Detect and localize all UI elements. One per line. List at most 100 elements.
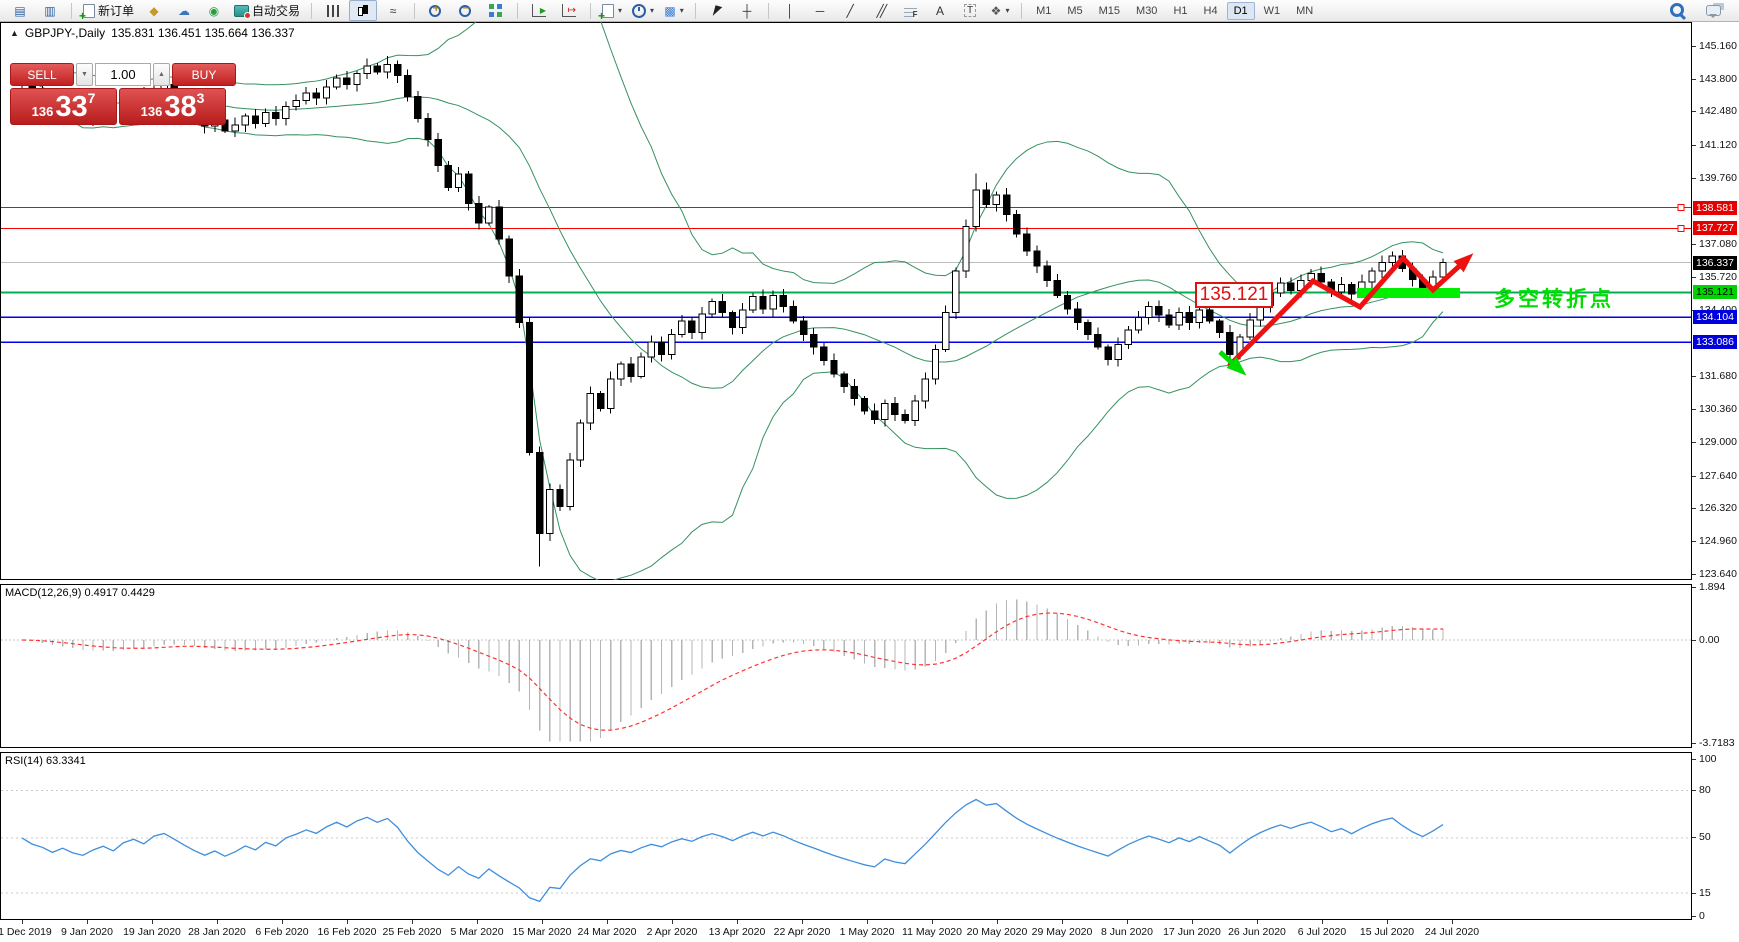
toolbox-icon-icon: ◆ bbox=[149, 5, 158, 17]
date-tick bbox=[477, 920, 478, 924]
autotrading-icon bbox=[234, 5, 249, 17]
axis-tick bbox=[1692, 640, 1696, 641]
toolbox-icon[interactable]: ◆ bbox=[140, 0, 168, 21]
axis-tick-label: 1.894 bbox=[1699, 581, 1725, 593]
toolbar-separator bbox=[71, 3, 72, 19]
data-window-icon[interactable]: ▥ bbox=[36, 0, 64, 21]
axis-tick bbox=[1692, 111, 1696, 112]
cursor-button[interactable] bbox=[703, 0, 731, 21]
timeframe-w1-button[interactable]: W1 bbox=[1257, 2, 1288, 20]
axis-tick-label: 124.960 bbox=[1699, 535, 1737, 547]
volume-decrease-button[interactable]: ▼ bbox=[76, 63, 93, 86]
support-price-label[interactable]: 135.121 bbox=[1195, 282, 1273, 308]
price-line-badge: 133.086 bbox=[1693, 335, 1737, 349]
date-label: 25 Feb 2020 bbox=[383, 926, 442, 938]
fibonacci-button[interactable] bbox=[896, 0, 924, 21]
axis-tick bbox=[1692, 759, 1696, 760]
price-line-badge: 136.337 bbox=[1693, 256, 1737, 270]
community-icon-icon: ☁ bbox=[178, 5, 190, 17]
date-label: 19 Jan 2020 bbox=[123, 926, 181, 938]
timeframe-mn-button[interactable]: MN bbox=[1289, 2, 1320, 20]
tile-windows-button[interactable] bbox=[482, 0, 510, 21]
text-button[interactable]: A bbox=[926, 0, 954, 21]
trendline-button[interactable]: ╱ bbox=[836, 0, 864, 21]
templates-button[interactable]: ▩▾ bbox=[660, 0, 688, 21]
collapse-one-click-icon[interactable]: ▲ bbox=[10, 28, 19, 38]
autotrading-button[interactable]: 自动交易 bbox=[230, 0, 304, 21]
axis-tick bbox=[1692, 743, 1696, 744]
bar-chart-icon bbox=[327, 5, 339, 17]
main-price-chart[interactable] bbox=[0, 22, 1692, 580]
volume-increase-button[interactable]: ▲ bbox=[153, 63, 170, 86]
macd-indicator-label: MACD(12,26,9) 0.4917 0.4429 bbox=[5, 587, 155, 599]
date-label: 6 Jul 2020 bbox=[1298, 926, 1346, 938]
arrows-icon: ❖ bbox=[991, 5, 1002, 17]
timeframe-m15-button[interactable]: M15 bbox=[1092, 2, 1127, 20]
date-tick bbox=[152, 920, 153, 924]
crosshair-button[interactable]: ┼ bbox=[733, 0, 761, 21]
buy-button[interactable]: BUY bbox=[172, 63, 236, 86]
timeframe-h4-button[interactable]: H4 bbox=[1197, 2, 1225, 20]
timeframe-h1-button[interactable]: H1 bbox=[1166, 2, 1194, 20]
dropdown-caret-icon[interactable]: ▾ bbox=[680, 6, 684, 15]
line-chart-button[interactable]: ≈ bbox=[379, 0, 407, 21]
macd-panel-chart[interactable] bbox=[0, 584, 1692, 748]
sell-button[interactable]: SELL bbox=[10, 63, 74, 86]
date-tick bbox=[1127, 920, 1128, 924]
channel-button[interactable]: ╱ bbox=[866, 0, 894, 21]
date-tick bbox=[1322, 920, 1323, 924]
axis-tick bbox=[1692, 442, 1696, 443]
horizontal-line-button[interactable]: ─ bbox=[806, 0, 834, 21]
buy-price[interactable]: 136 38 3 bbox=[119, 88, 226, 125]
auto-scroll-button[interactable] bbox=[525, 0, 553, 21]
date-label: 17 Jun 2020 bbox=[1163, 926, 1221, 938]
candlestick-chart-button[interactable] bbox=[349, 0, 377, 21]
bar-chart-button[interactable] bbox=[319, 0, 347, 21]
market-watch-icon[interactable]: ▤ bbox=[6, 0, 34, 21]
turning-point-annotation[interactable]: 多空转折点 bbox=[1494, 283, 1614, 313]
axis-tick bbox=[1692, 541, 1696, 542]
chart-shift-button[interactable] bbox=[555, 0, 583, 21]
new-order-button-label: 新订单 bbox=[98, 2, 134, 19]
timeframe-d1-button[interactable]: D1 bbox=[1227, 2, 1255, 20]
timeframe-m30-button[interactable]: M30 bbox=[1129, 2, 1164, 20]
date-tick bbox=[997, 920, 998, 924]
new-order-button[interactable]: 新订单 bbox=[79, 0, 138, 21]
toolbar-separator bbox=[1021, 3, 1022, 19]
trendline-icon: ╱ bbox=[846, 5, 853, 17]
community-icon[interactable]: ☁ bbox=[170, 0, 198, 21]
vertical-line-button[interactable]: │ bbox=[776, 0, 804, 21]
timeframe-m1-button[interactable]: M1 bbox=[1029, 2, 1058, 20]
profiles-button[interactable]: ▾ bbox=[628, 0, 658, 21]
data-window-icon-icon: ▥ bbox=[44, 5, 55, 17]
date-tick bbox=[22, 920, 23, 924]
auto-scroll-icon bbox=[532, 4, 546, 17]
timeframe-m5-button[interactable]: M5 bbox=[1060, 2, 1089, 20]
rsi-panel-chart[interactable] bbox=[0, 752, 1692, 920]
axis-tick-label: 129.000 bbox=[1699, 436, 1737, 448]
dropdown-caret-icon[interactable]: ▾ bbox=[618, 6, 622, 15]
zoom-out-icon bbox=[459, 4, 473, 17]
axis-tick bbox=[1692, 79, 1696, 80]
arrows-button[interactable]: ❖▾ bbox=[986, 0, 1014, 21]
sell-price[interactable]: 136 33 7 bbox=[10, 88, 117, 125]
label-button[interactable]: T bbox=[956, 0, 984, 21]
axis-tick-label: 130.360 bbox=[1699, 403, 1737, 415]
axis-tick-label: 15 bbox=[1699, 887, 1711, 899]
buy-price-prefix: 136 bbox=[141, 104, 163, 119]
date-label: 29 May 2020 bbox=[1032, 926, 1093, 938]
new-chart-button[interactable]: ▾ bbox=[598, 0, 626, 21]
signals-icon[interactable]: ◉ bbox=[200, 0, 228, 21]
zoom-in-button[interactable] bbox=[422, 0, 450, 21]
mt4-terminal: ▤▥新订单◆☁◉自动交易≈▾▾▩▾┼│─╱╱AT❖▾M1M5M15M30H1H4… bbox=[0, 0, 1739, 942]
dropdown-caret-icon[interactable]: ▾ bbox=[650, 6, 654, 15]
dropdown-caret-icon[interactable]: ▾ bbox=[1005, 6, 1009, 15]
axis-tick-label: 143.800 bbox=[1699, 73, 1737, 85]
volume-input[interactable] bbox=[95, 63, 151, 86]
date-label: 22 Apr 2020 bbox=[774, 926, 831, 938]
cursor-icon bbox=[712, 5, 722, 17]
search-button[interactable] bbox=[1663, 0, 1691, 21]
axis-tick bbox=[1692, 376, 1696, 377]
autotrading-button-label: 自动交易 bbox=[252, 2, 300, 19]
zoom-out-button[interactable] bbox=[452, 0, 480, 21]
